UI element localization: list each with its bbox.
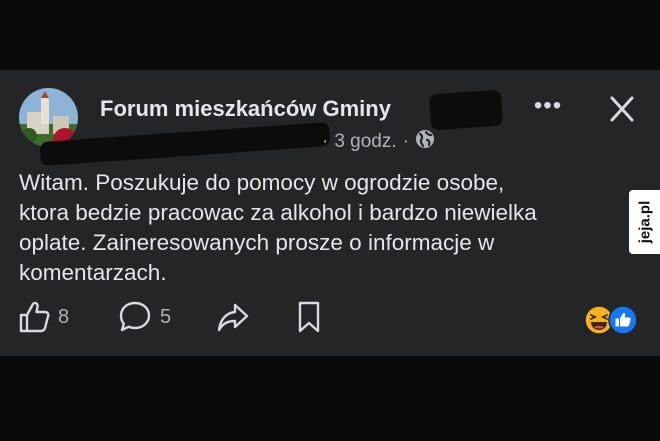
redaction-mark <box>428 89 504 131</box>
post-meta: · 3 godz. · <box>322 129 435 155</box>
post-actions: 8 5 <box>0 300 660 340</box>
comment-bubble-icon <box>119 301 151 332</box>
post-timestamp[interactable]: 3 godz. <box>334 131 396 153</box>
more-options-button[interactable]: ••• <box>530 94 566 118</box>
globe-icon <box>415 129 435 155</box>
meta-separator: · <box>402 131 409 152</box>
like-reaction-icon <box>608 305 638 335</box>
post-text-line: Witam. Poszukuje do pomocy w ogrodzie os… <box>19 170 505 195</box>
save-button[interactable] <box>296 300 322 334</box>
like-count: 8 <box>58 305 70 328</box>
comment-count: 5 <box>160 305 172 328</box>
meta-separator: · <box>322 131 329 152</box>
post-text-line: ktora bedzie pracowac za alkohol i bardz… <box>19 200 537 225</box>
watermark-badge: jeja.pl <box>629 190 660 254</box>
post-text-line: komentarzach. <box>19 260 167 285</box>
watermark-text: jeja.pl <box>636 200 653 244</box>
thumbs-up-icon <box>19 301 50 333</box>
like-button[interactable]: 8 <box>18 300 69 334</box>
close-button[interactable] <box>604 92 640 128</box>
post-body: Witam. Poszukuje do pomocy w ogrodzie os… <box>19 168 619 288</box>
group-avatar[interactable] <box>19 88 78 147</box>
group-name[interactable]: Forum mieszkańców Gminy <box>100 96 391 122</box>
comment-button[interactable]: 5 <box>118 300 171 334</box>
reaction-summary[interactable] <box>584 305 640 335</box>
share-arrow-icon <box>217 303 249 332</box>
post-text-line: oplate. Zaineresowanych prosze o informa… <box>19 230 495 255</box>
share-button[interactable] <box>216 300 250 334</box>
close-icon <box>610 96 634 122</box>
bookmark-icon <box>298 301 320 333</box>
